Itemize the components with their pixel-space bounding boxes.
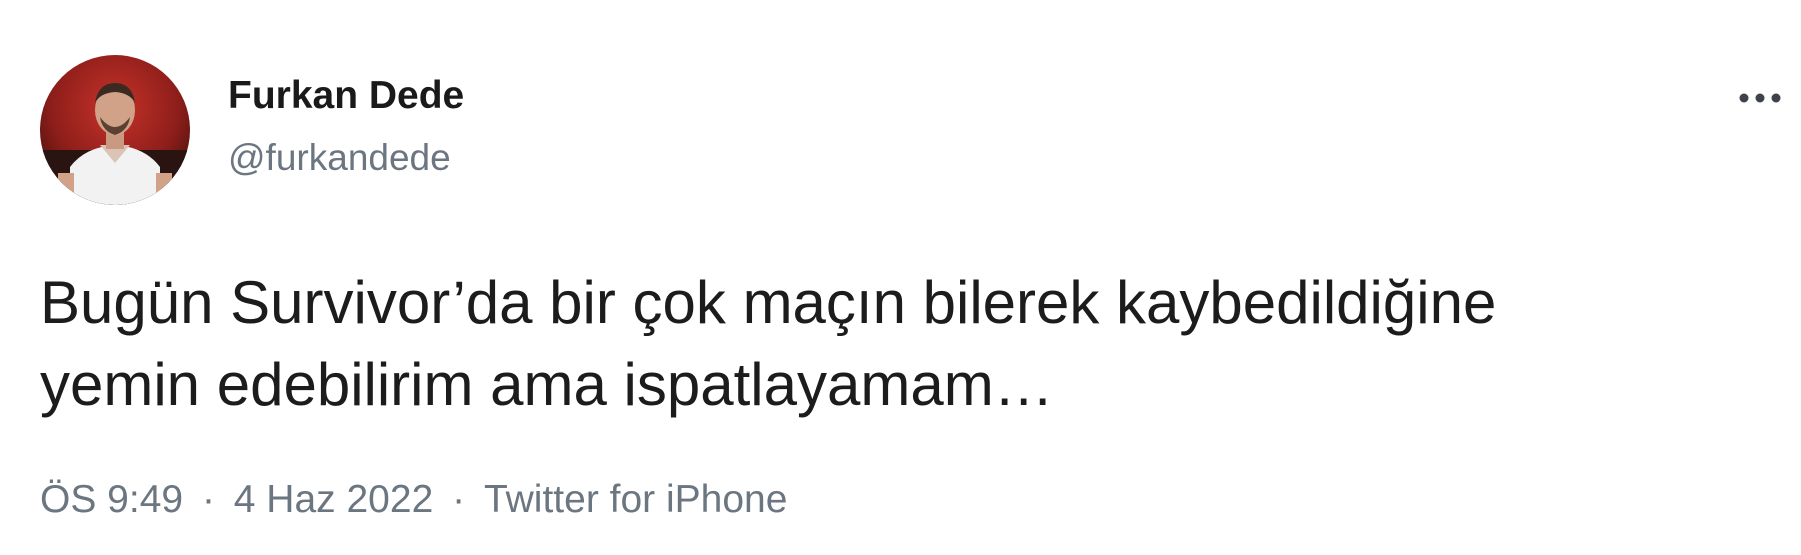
tweet-metadata: ÖS 9:49 · 4 Haz 2022 · Twitter for iPhon…: [40, 478, 787, 522]
tweet-text-line: yemin edebilirim ama ispatlayamam…: [40, 351, 1054, 418]
user-handle[interactable]: @furkandede: [228, 137, 451, 179]
more-horizontal-icon: [1739, 93, 1781, 103]
more-options-button[interactable]: [1730, 78, 1790, 118]
tweet-text: Bugün Survivor’da bir çok maçın bilerek …: [40, 262, 1780, 426]
tweet-time[interactable]: ÖS 9:49: [40, 478, 183, 522]
tweet-text-line: Bugün Survivor’da bir çok maçın bilerek …: [40, 269, 1497, 336]
avatar[interactable]: [40, 55, 190, 205]
tweet-source[interactable]: Twitter for iPhone: [484, 478, 787, 522]
separator: ·: [201, 478, 215, 521]
tweet-card: Furkan Dede @furkandede Bugün Survivor’d…: [0, 0, 1801, 555]
profile-photo-icon: [40, 55, 190, 205]
tweet-date[interactable]: 4 Haz 2022: [234, 478, 433, 522]
separator: ·: [452, 478, 466, 521]
display-name[interactable]: Furkan Dede: [228, 74, 464, 118]
